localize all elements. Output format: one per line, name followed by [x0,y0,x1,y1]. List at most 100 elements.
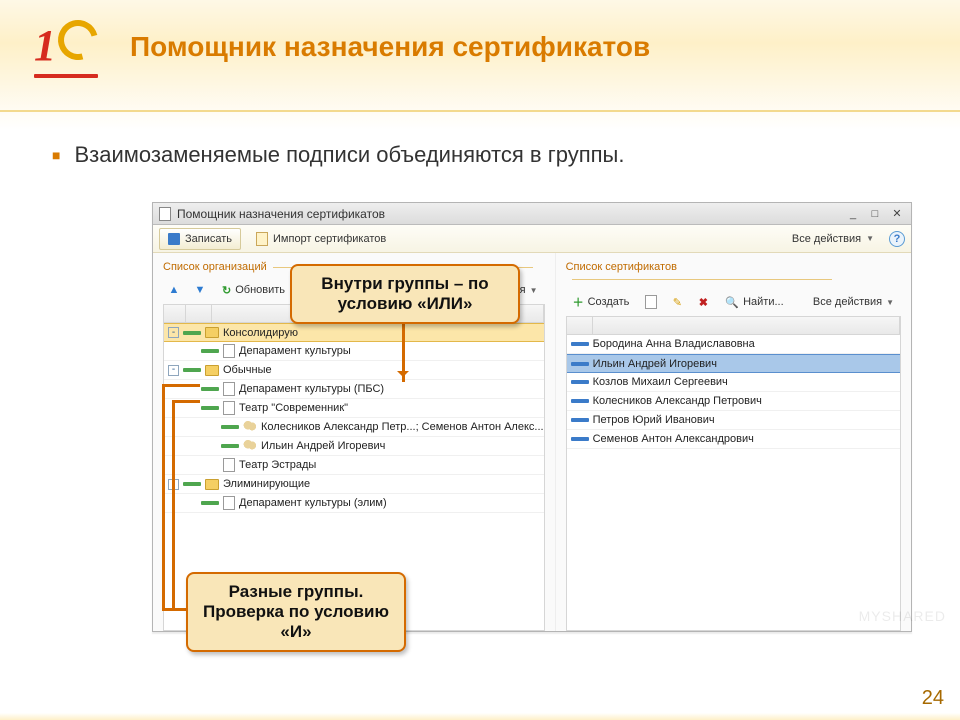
folder-icon [205,327,219,338]
page-number: 24 [922,687,944,710]
save-button[interactable]: Записать [159,228,241,250]
file-icon [223,382,235,396]
tree-label: Элиминирующие [223,478,310,490]
move-up-button[interactable]: ▲ [163,279,185,301]
list-item[interactable]: Петров Юрий Иванович [567,411,900,430]
minimize-button[interactable]: _ [845,207,861,221]
move-down-button[interactable]: ▼ [189,279,211,301]
create-label: Создать [588,296,630,308]
file-icon [223,344,235,358]
assign-marker [201,387,219,391]
assign-marker [221,444,239,448]
import-icon [256,232,268,246]
cert-marker [571,362,589,366]
cert-label: Бородина Анна Владиславовна [593,338,755,350]
tree-row[interactable]: Ильин Андрей Игоревич [164,437,544,456]
tree-row[interactable]: -Консолидирую [164,323,544,342]
delete-icon: ✖ [699,296,708,309]
delete-button[interactable]: ✖ [692,291,714,313]
divider [0,110,960,112]
callout-and: Разные группы. Проверка по условию «И» [186,572,406,652]
cert-marker [571,342,589,346]
connector-arrow [402,314,405,382]
connector-line [162,608,186,611]
find-label: Найти... [743,296,784,308]
assign-marker [183,331,201,335]
app-window: Помощник назначения сертификатов _ □ ✕ З… [152,202,912,632]
connector-line [172,400,200,403]
main-toolbar: Записать Импорт сертификатов Все действи… [153,225,911,253]
list-item[interactable]: Бородина Анна Владиславовна [567,335,900,354]
save-icon [168,233,180,245]
copy-button[interactable] [640,291,662,313]
pencil-icon: ✎ [673,296,682,309]
tree-row[interactable]: Депарамент культуры (ПБС) [164,380,544,399]
help-button[interactable]: ? [889,231,905,247]
people-icon [243,421,257,433]
tree-row[interactable]: - Обычные [164,361,544,380]
logo-1c: 1 [34,22,100,72]
refresh-label: Обновить [235,284,285,296]
certificates-panel: Список сертификатов ＋ Создать ✎ ✖ 🔍 Найт… [555,253,911,631]
copy-icon [645,295,657,309]
find-button[interactable]: 🔍 Найти... [718,291,790,313]
import-label: Импорт сертификатов [273,233,386,245]
connector-line [162,384,165,610]
tree-row[interactable]: Театр "Современник" [164,399,544,418]
cert-marker [571,380,589,384]
certificates-legend: Список сертификатов [566,261,901,285]
tree-toggle[interactable]: - [168,365,179,376]
watermark: MYSHARED [859,608,946,624]
chevron-down-icon: ▼ [886,298,894,307]
plus-icon: ＋ [573,294,584,310]
tree-row[interactable]: Театр Эстрады [164,456,544,475]
tree-label: Обычные [223,364,272,376]
tree-label: Депарамент культуры (ПБС) [239,383,384,395]
all-actions-button[interactable]: Все действия ▼ [783,228,883,250]
cert-label: Семенов Антон Александрович [593,433,754,445]
cert-label: Козлов Михаил Сергеевич [593,376,728,388]
tree-row[interactable]: Депарамент культуры (элим) [164,494,544,513]
slide-title: Помощник назначения сертификатов [130,31,650,63]
create-button[interactable]: ＋ Создать [566,291,637,313]
list-item[interactable]: Ильин Андрей Игоревич [567,354,900,373]
assign-marker [221,425,239,429]
cert-marker [571,418,589,422]
callout-or: Внутри группы – по условию «ИЛИ» [290,264,520,324]
tree-label: Театр "Современник" [239,402,348,414]
import-button[interactable]: Импорт сертификатов [247,228,395,250]
cert-label: Петров Юрий Иванович [593,414,715,426]
tree-label: Депарамент культуры (элим) [239,497,387,509]
people-icon [243,440,257,452]
document-icon [159,207,171,221]
edit-button[interactable]: ✎ [666,291,688,313]
tree-row[interactable]: Депарамент культуры [164,342,544,361]
assign-marker [201,501,219,505]
tree-row[interactable]: -Элиминирующие [164,475,544,494]
certificates-list[interactable]: Бородина Анна Владиславовна Ильин Андрей … [566,316,901,631]
all-actions-label: Все действия [792,233,861,245]
tree-label: Колесников Александр Петр...; Семенов Ан… [261,421,544,433]
file-icon [223,496,235,510]
refresh-button[interactable]: ↻ Обновить [215,279,292,301]
cert-marker [571,399,589,403]
assign-marker [201,349,219,353]
certificates-toolbar: ＋ Создать ✎ ✖ 🔍 Найти... Все действия ▼ [566,289,901,315]
list-item[interactable]: Колесников Александр Петрович [567,392,900,411]
folder-icon [205,479,219,490]
window-title: Помощник назначения сертификатов [177,207,385,221]
connector-line [162,384,200,387]
title-bar: Помощник назначения сертификатов _ □ ✕ [153,203,911,225]
assign-marker [183,368,201,372]
save-label: Записать [185,233,232,245]
tree-row[interactable]: Колесников Александр Петр...; Семенов Ан… [164,418,544,437]
list-item[interactable]: Семенов Антон Александрович [567,430,900,449]
file-icon [223,401,235,415]
cert-label: Ильин Андрей Игоревич [593,358,717,370]
maximize-button[interactable]: □ [867,207,883,221]
tree-label: Ильин Андрей Игоревич [261,440,385,452]
cert-all-actions-button[interactable]: Все действия ▼ [806,291,901,313]
close-button[interactable]: ✕ [889,207,905,221]
list-item[interactable]: Козлов Михаил Сергеевич [567,373,900,392]
tree-toggle[interactable]: - [168,327,179,338]
